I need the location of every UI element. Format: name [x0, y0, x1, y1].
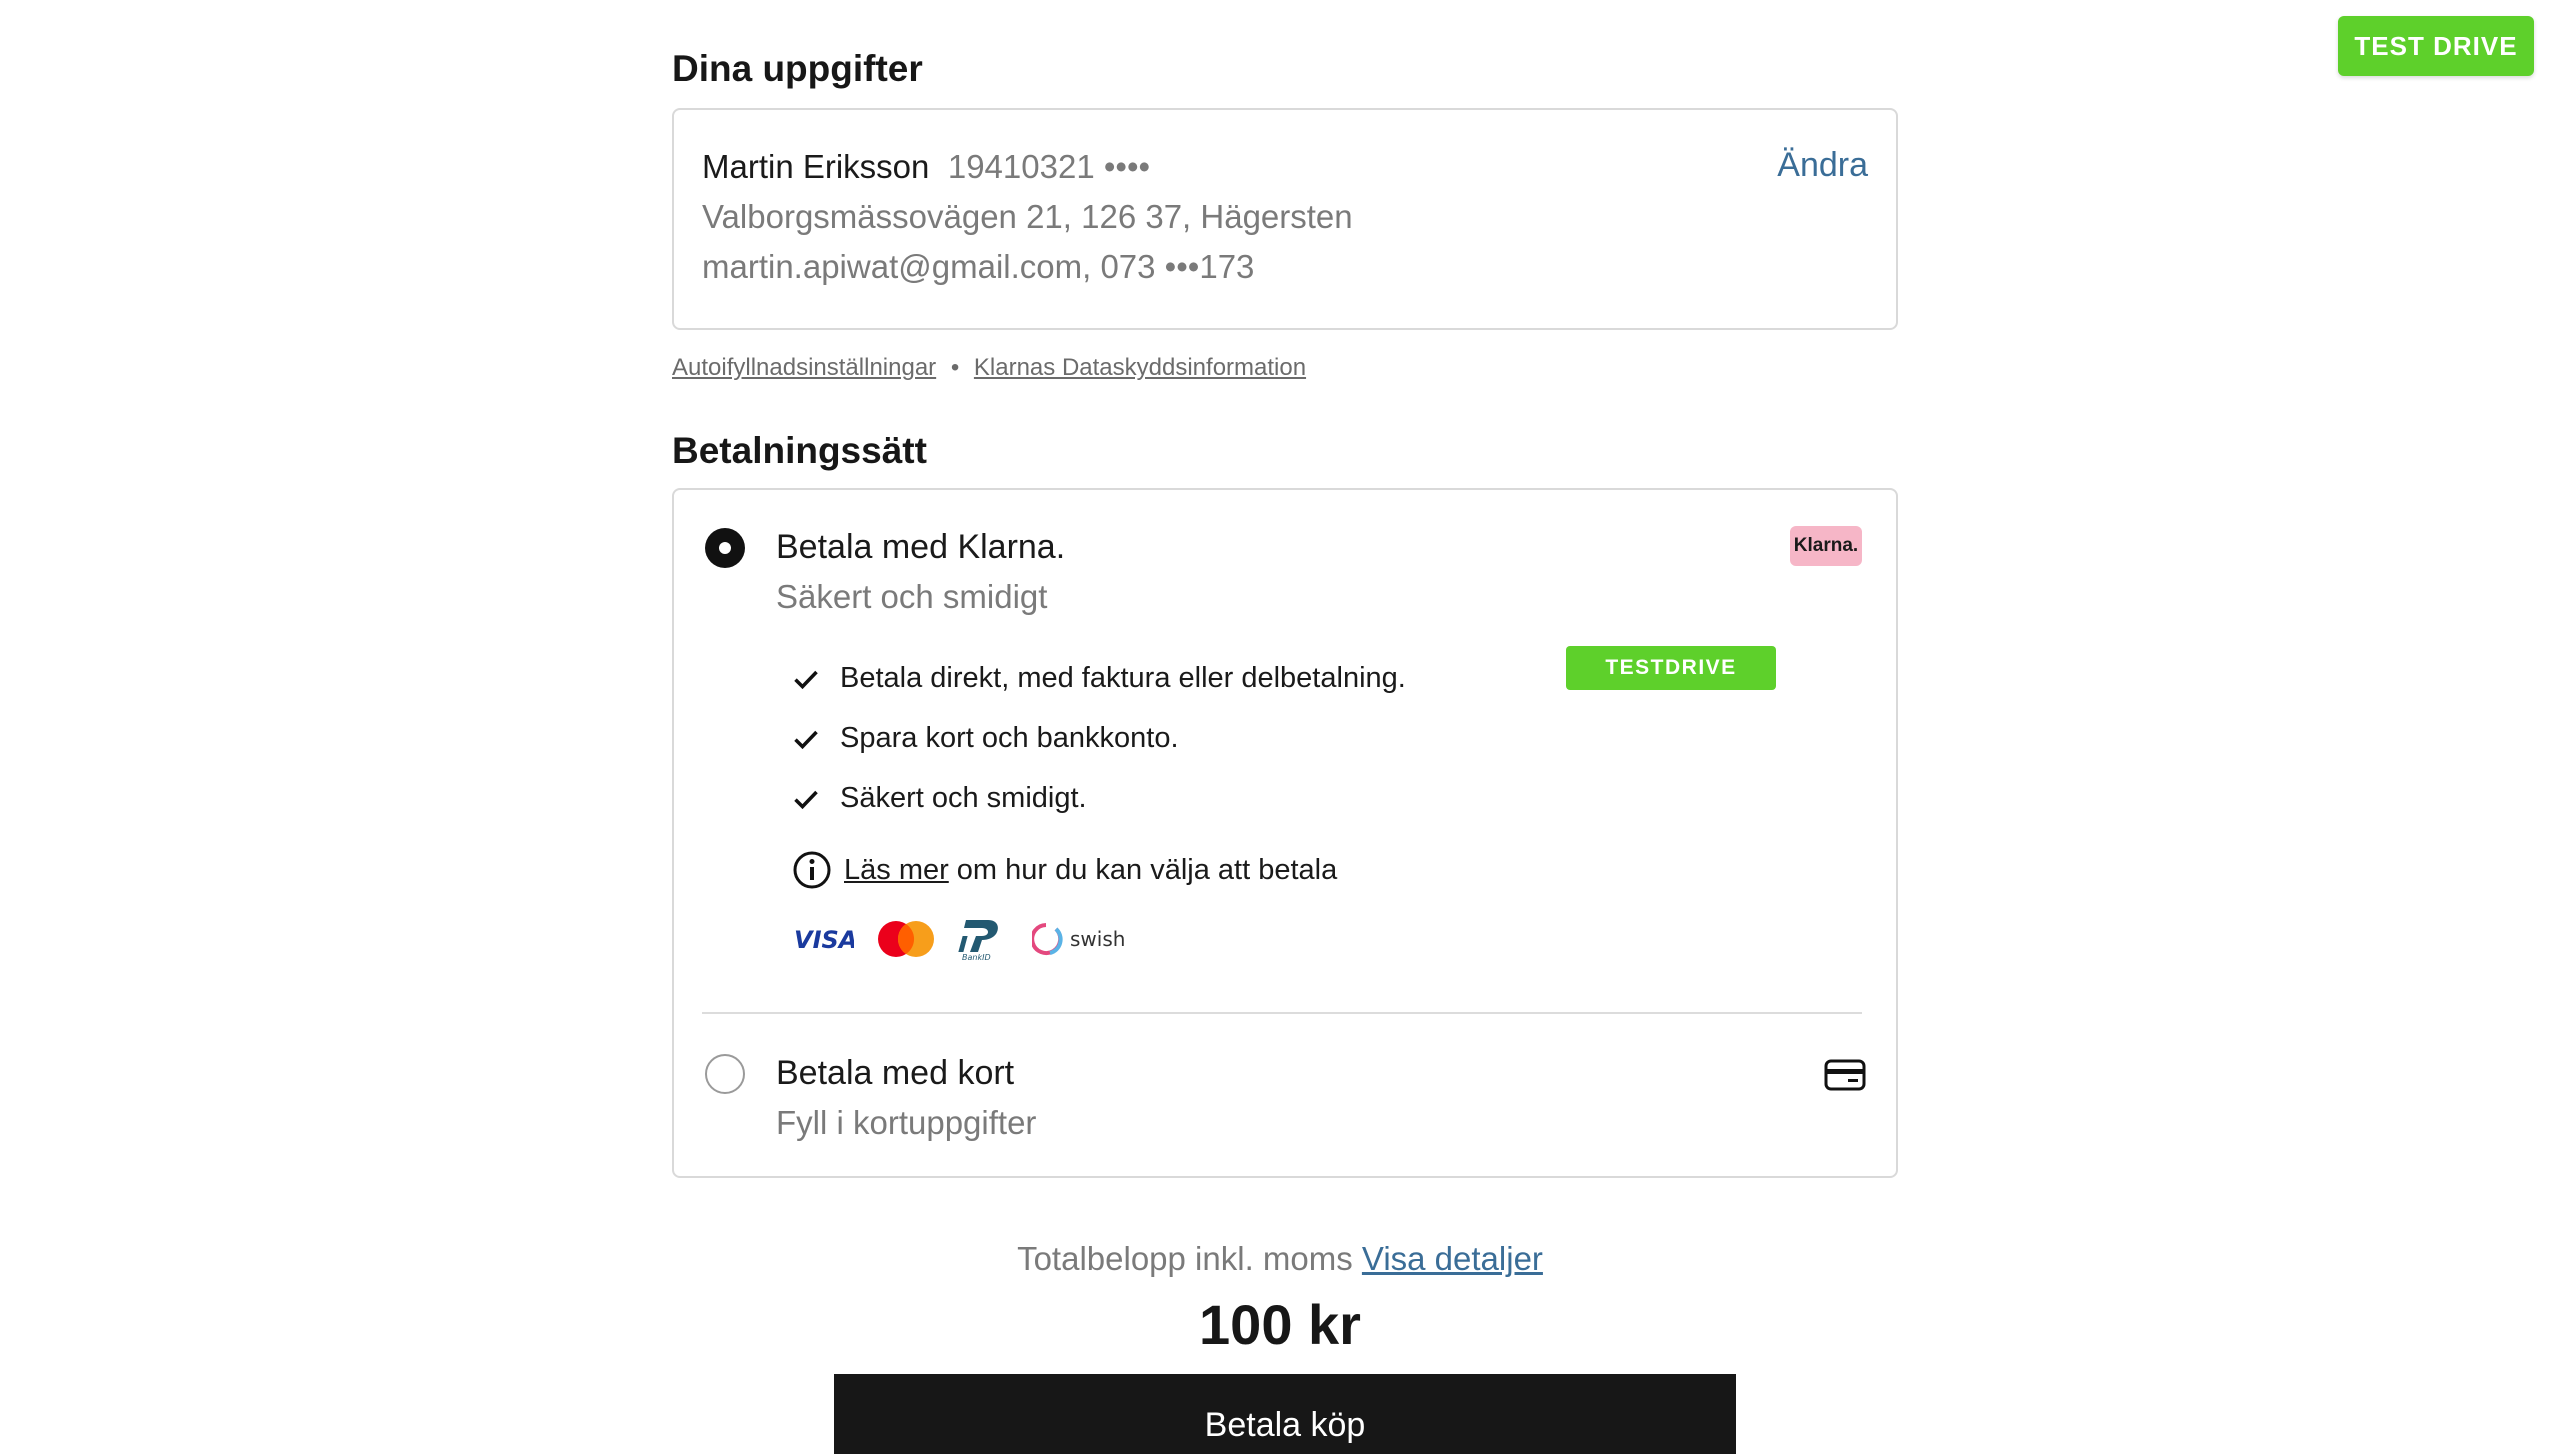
klarna-option-title[interactable]: Betala med Klarna. [776, 528, 1065, 567]
svg-text:swish: swish [1070, 927, 1125, 951]
edit-details-link[interactable]: Ändra [1777, 146, 1868, 185]
total-label-row: Totalbelopp inkl. moms Visa detaljer [0, 1240, 2560, 1278]
customer-address: Valborgsmässovägen 21, 126 37, Hägersten [702, 198, 1353, 235]
feature-text: Spara kort och bankkonto. [840, 722, 1179, 754]
test-drive-badge[interactable]: TEST DRIVE [2338, 16, 2534, 76]
payment-section-title: Betalningssätt [672, 430, 927, 471]
klarna-logo: Klarna. [1790, 526, 1862, 566]
swish-logo-icon: swish [1032, 923, 1125, 955]
card-option-title[interactable]: Betala med kort [776, 1054, 1014, 1093]
read-more-link[interactable]: Läs mer [844, 854, 949, 887]
info-icon [793, 851, 831, 889]
customer-details-card: Martin Eriksson 19410321 •••• Valborgsmä… [672, 108, 1898, 330]
pay-button[interactable]: Betala köp [834, 1374, 1736, 1454]
svg-text:BankID: BankID [962, 953, 991, 962]
read-more-row: Läs mer om hur du kan välja att betala [792, 850, 1337, 890]
testdrive-label: TESTDRIVE [1566, 646, 1776, 690]
show-details-link[interactable]: Visa detaljer [1362, 1240, 1543, 1277]
details-section-title: Dina uppgifter [672, 48, 923, 89]
privacy-links: Autoifyllnadsinställningar • Klarnas Dat… [672, 354, 1306, 382]
klarna-radio[interactable] [705, 528, 745, 568]
bankid-logo-icon: BankID [958, 920, 998, 962]
customer-name: Martin Eriksson [702, 148, 930, 185]
card-radio[interactable] [705, 1054, 745, 1094]
total-amount: 100 kr [1199, 1293, 1361, 1356]
feature-item: Spara kort och bankkonto. [792, 722, 1179, 755]
feature-item: Betala direkt, med faktura eller delbeta… [792, 662, 1406, 695]
checkmark-icon [794, 670, 818, 689]
personal-number: 19410321 •••• [947, 148, 1151, 185]
link-separator: • [950, 354, 960, 381]
credit-card-icon [1824, 1059, 1866, 1091]
visa-logo-icon: VISA [794, 926, 854, 954]
autofill-settings-link[interactable]: Autoifyllnadsinställningar [672, 354, 936, 381]
payment-logos: VISA BankID swish [792, 916, 1142, 962]
options-divider [702, 1012, 1862, 1014]
read-more-text: om hur du kan välja att betala [956, 853, 1338, 886]
feature-text: Säkert och smidigt. [840, 782, 1087, 814]
feature-item: Säkert och smidigt. [792, 782, 1087, 815]
card-option-subtitle: Fyll i kortuppgifter [776, 1104, 1037, 1141]
mastercard-logo-icon [878, 921, 934, 957]
svg-text:VISA: VISA [794, 926, 854, 954]
feature-text: Betala direkt, med faktura eller delbeta… [840, 662, 1406, 694]
checkmark-icon [794, 790, 818, 809]
total-label: Totalbelopp inkl. moms [1017, 1240, 1353, 1277]
checkmark-icon [794, 730, 818, 749]
privacy-info-link[interactable]: Klarnas Dataskyddsinformation [974, 354, 1306, 381]
klarna-option-subtitle: Säkert och smidigt [776, 578, 1048, 615]
customer-contact: martin.apiwat@gmail.com, 073 •••173 [702, 248, 1255, 285]
